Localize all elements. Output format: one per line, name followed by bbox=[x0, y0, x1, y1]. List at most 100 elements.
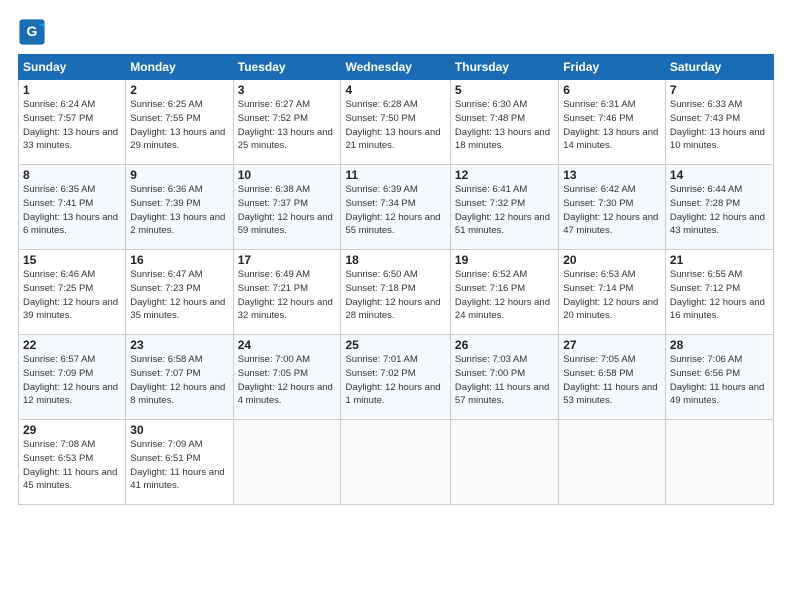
calendar-cell: 5Sunrise: 6:30 AM Sunset: 7:48 PM Daylig… bbox=[450, 80, 558, 165]
calendar-week-row: 29Sunrise: 7:08 AM Sunset: 6:53 PM Dayli… bbox=[19, 420, 774, 505]
weekday-header-sunday: Sunday bbox=[19, 55, 126, 80]
calendar-cell bbox=[559, 420, 666, 505]
calendar-cell: 23Sunrise: 6:58 AM Sunset: 7:07 PM Dayli… bbox=[126, 335, 233, 420]
calendar-cell: 13Sunrise: 6:42 AM Sunset: 7:30 PM Dayli… bbox=[559, 165, 666, 250]
weekday-header-friday: Friday bbox=[559, 55, 666, 80]
day-detail: Sunrise: 6:24 AM Sunset: 7:57 PM Dayligh… bbox=[23, 98, 121, 153]
calendar-cell: 15Sunrise: 6:46 AM Sunset: 7:25 PM Dayli… bbox=[19, 250, 126, 335]
day-number: 25 bbox=[345, 338, 445, 352]
calendar-week-row: 15Sunrise: 6:46 AM Sunset: 7:25 PM Dayli… bbox=[19, 250, 774, 335]
calendar-week-row: 8Sunrise: 6:35 AM Sunset: 7:41 PM Daylig… bbox=[19, 165, 774, 250]
calendar-cell bbox=[665, 420, 773, 505]
calendar-cell: 12Sunrise: 6:41 AM Sunset: 7:32 PM Dayli… bbox=[450, 165, 558, 250]
calendar-cell: 28Sunrise: 7:06 AM Sunset: 6:56 PM Dayli… bbox=[665, 335, 773, 420]
calendar-cell: 4Sunrise: 6:28 AM Sunset: 7:50 PM Daylig… bbox=[341, 80, 450, 165]
weekday-header-saturday: Saturday bbox=[665, 55, 773, 80]
calendar-cell: 25Sunrise: 7:01 AM Sunset: 7:02 PM Dayli… bbox=[341, 335, 450, 420]
logo-icon: G bbox=[18, 18, 46, 46]
day-number: 29 bbox=[23, 423, 121, 437]
calendar-table: SundayMondayTuesdayWednesdayThursdayFrid… bbox=[18, 54, 774, 505]
svg-text:G: G bbox=[27, 23, 38, 39]
day-number: 6 bbox=[563, 83, 661, 97]
day-number: 16 bbox=[130, 253, 228, 267]
day-number: 5 bbox=[455, 83, 554, 97]
day-number: 10 bbox=[238, 168, 337, 182]
day-number: 8 bbox=[23, 168, 121, 182]
day-number: 28 bbox=[670, 338, 769, 352]
day-number: 18 bbox=[345, 253, 445, 267]
calendar-cell: 24Sunrise: 7:00 AM Sunset: 7:05 PM Dayli… bbox=[233, 335, 341, 420]
calendar-cell bbox=[450, 420, 558, 505]
calendar-cell: 27Sunrise: 7:05 AM Sunset: 6:58 PM Dayli… bbox=[559, 335, 666, 420]
calendar-cell: 11Sunrise: 6:39 AM Sunset: 7:34 PM Dayli… bbox=[341, 165, 450, 250]
weekday-header-wednesday: Wednesday bbox=[341, 55, 450, 80]
day-detail: Sunrise: 6:52 AM Sunset: 7:16 PM Dayligh… bbox=[455, 268, 554, 323]
day-number: 1 bbox=[23, 83, 121, 97]
page-header: G bbox=[18, 18, 774, 46]
calendar-cell: 19Sunrise: 6:52 AM Sunset: 7:16 PM Dayli… bbox=[450, 250, 558, 335]
calendar-cell: 20Sunrise: 6:53 AM Sunset: 7:14 PM Dayli… bbox=[559, 250, 666, 335]
day-number: 12 bbox=[455, 168, 554, 182]
day-detail: Sunrise: 6:28 AM Sunset: 7:50 PM Dayligh… bbox=[345, 98, 445, 153]
calendar-cell: 26Sunrise: 7:03 AM Sunset: 7:00 PM Dayli… bbox=[450, 335, 558, 420]
calendar-cell: 16Sunrise: 6:47 AM Sunset: 7:23 PM Dayli… bbox=[126, 250, 233, 335]
day-detail: Sunrise: 6:38 AM Sunset: 7:37 PM Dayligh… bbox=[238, 183, 337, 238]
day-number: 3 bbox=[238, 83, 337, 97]
calendar-cell: 18Sunrise: 6:50 AM Sunset: 7:18 PM Dayli… bbox=[341, 250, 450, 335]
day-detail: Sunrise: 6:44 AM Sunset: 7:28 PM Dayligh… bbox=[670, 183, 769, 238]
day-detail: Sunrise: 7:09 AM Sunset: 6:51 PM Dayligh… bbox=[130, 438, 228, 493]
day-detail: Sunrise: 6:58 AM Sunset: 7:07 PM Dayligh… bbox=[130, 353, 228, 408]
calendar-cell: 14Sunrise: 6:44 AM Sunset: 7:28 PM Dayli… bbox=[665, 165, 773, 250]
calendar-cell: 8Sunrise: 6:35 AM Sunset: 7:41 PM Daylig… bbox=[19, 165, 126, 250]
calendar-cell: 1Sunrise: 6:24 AM Sunset: 7:57 PM Daylig… bbox=[19, 80, 126, 165]
day-number: 30 bbox=[130, 423, 228, 437]
day-number: 2 bbox=[130, 83, 228, 97]
calendar-cell: 17Sunrise: 6:49 AM Sunset: 7:21 PM Dayli… bbox=[233, 250, 341, 335]
day-detail: Sunrise: 7:06 AM Sunset: 6:56 PM Dayligh… bbox=[670, 353, 769, 408]
logo: G bbox=[18, 18, 50, 46]
day-number: 13 bbox=[563, 168, 661, 182]
day-detail: Sunrise: 6:46 AM Sunset: 7:25 PM Dayligh… bbox=[23, 268, 121, 323]
day-number: 22 bbox=[23, 338, 121, 352]
day-number: 17 bbox=[238, 253, 337, 267]
calendar-week-row: 1Sunrise: 6:24 AM Sunset: 7:57 PM Daylig… bbox=[19, 80, 774, 165]
day-detail: Sunrise: 6:36 AM Sunset: 7:39 PM Dayligh… bbox=[130, 183, 228, 238]
day-detail: Sunrise: 6:53 AM Sunset: 7:14 PM Dayligh… bbox=[563, 268, 661, 323]
day-detail: Sunrise: 6:42 AM Sunset: 7:30 PM Dayligh… bbox=[563, 183, 661, 238]
day-number: 7 bbox=[670, 83, 769, 97]
day-number: 26 bbox=[455, 338, 554, 352]
weekday-header-monday: Monday bbox=[126, 55, 233, 80]
day-number: 27 bbox=[563, 338, 661, 352]
day-detail: Sunrise: 6:35 AM Sunset: 7:41 PM Dayligh… bbox=[23, 183, 121, 238]
calendar-week-row: 22Sunrise: 6:57 AM Sunset: 7:09 PM Dayli… bbox=[19, 335, 774, 420]
day-number: 9 bbox=[130, 168, 228, 182]
calendar-cell bbox=[341, 420, 450, 505]
calendar-cell bbox=[233, 420, 341, 505]
calendar-cell: 3Sunrise: 6:27 AM Sunset: 7:52 PM Daylig… bbox=[233, 80, 341, 165]
day-number: 14 bbox=[670, 168, 769, 182]
day-detail: Sunrise: 7:03 AM Sunset: 7:00 PM Dayligh… bbox=[455, 353, 554, 408]
day-detail: Sunrise: 6:30 AM Sunset: 7:48 PM Dayligh… bbox=[455, 98, 554, 153]
day-detail: Sunrise: 7:05 AM Sunset: 6:58 PM Dayligh… bbox=[563, 353, 661, 408]
calendar-cell: 10Sunrise: 6:38 AM Sunset: 7:37 PM Dayli… bbox=[233, 165, 341, 250]
weekday-header-thursday: Thursday bbox=[450, 55, 558, 80]
day-number: 11 bbox=[345, 168, 445, 182]
day-number: 21 bbox=[670, 253, 769, 267]
day-detail: Sunrise: 6:39 AM Sunset: 7:34 PM Dayligh… bbox=[345, 183, 445, 238]
day-detail: Sunrise: 6:25 AM Sunset: 7:55 PM Dayligh… bbox=[130, 98, 228, 153]
day-detail: Sunrise: 6:41 AM Sunset: 7:32 PM Dayligh… bbox=[455, 183, 554, 238]
calendar-header-row: SundayMondayTuesdayWednesdayThursdayFrid… bbox=[19, 55, 774, 80]
day-detail: Sunrise: 6:55 AM Sunset: 7:12 PM Dayligh… bbox=[670, 268, 769, 323]
day-detail: Sunrise: 7:01 AM Sunset: 7:02 PM Dayligh… bbox=[345, 353, 445, 408]
day-number: 4 bbox=[345, 83, 445, 97]
day-number: 20 bbox=[563, 253, 661, 267]
day-detail: Sunrise: 6:31 AM Sunset: 7:46 PM Dayligh… bbox=[563, 98, 661, 153]
day-number: 24 bbox=[238, 338, 337, 352]
calendar-cell: 29Sunrise: 7:08 AM Sunset: 6:53 PM Dayli… bbox=[19, 420, 126, 505]
calendar-body: 1Sunrise: 6:24 AM Sunset: 7:57 PM Daylig… bbox=[19, 80, 774, 505]
day-detail: Sunrise: 6:33 AM Sunset: 7:43 PM Dayligh… bbox=[670, 98, 769, 153]
day-detail: Sunrise: 6:50 AM Sunset: 7:18 PM Dayligh… bbox=[345, 268, 445, 323]
day-detail: Sunrise: 7:00 AM Sunset: 7:05 PM Dayligh… bbox=[238, 353, 337, 408]
calendar-cell: 30Sunrise: 7:09 AM Sunset: 6:51 PM Dayli… bbox=[126, 420, 233, 505]
calendar-cell: 9Sunrise: 6:36 AM Sunset: 7:39 PM Daylig… bbox=[126, 165, 233, 250]
